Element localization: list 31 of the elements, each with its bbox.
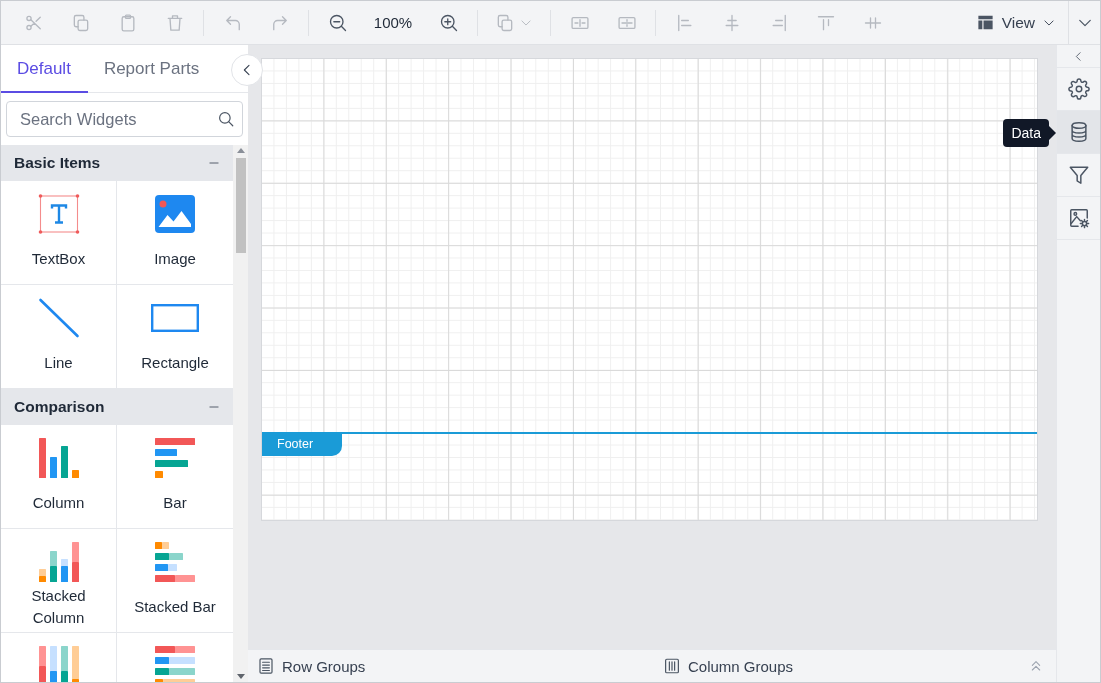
settings-icon: [1067, 78, 1090, 100]
data-button[interactable]: [1057, 110, 1100, 153]
panel-tab[interactable]: Report Parts: [87, 45, 217, 93]
view-dropdown[interactable]: View: [967, 4, 1068, 41]
search-icon[interactable]: [217, 110, 235, 128]
widget-tile[interactable]: Column: [1, 425, 117, 529]
row-groups-button[interactable]: Row Groups: [257, 657, 366, 675]
scroll-up-icon: [236, 148, 245, 153]
image-gear-icon: [1067, 207, 1090, 229]
filter-icon: [1067, 164, 1090, 186]
scrollbar[interactable]: [233, 145, 248, 682]
columns-icon: [663, 657, 681, 675]
section-header[interactable]: Basic Items: [1, 145, 233, 181]
scroll-down-icon: [236, 674, 245, 679]
zoom-in-icon: [438, 12, 459, 33]
zoom-out-icon: [327, 12, 348, 33]
copy-icon: [495, 12, 515, 33]
widget-tile[interactable]: TextBox: [1, 181, 117, 285]
list-icon: [257, 657, 275, 675]
scrollbar-thumb[interactable]: [235, 158, 246, 253]
layout-icon: [975, 13, 995, 32]
column-groups-button[interactable]: Column Groups: [663, 657, 794, 675]
image-settings-button[interactable]: [1057, 196, 1100, 240]
panel-tab[interactable]: Default: [1, 45, 88, 93]
widget-tile[interactable]: Stacked Column: [1, 529, 117, 633]
tooltip: Data: [1003, 119, 1056, 147]
widget-tile[interactable]: Image: [117, 181, 233, 285]
zoom-level[interactable]: 100%: [361, 14, 425, 31]
collapse-panel-button[interactable]: [231, 54, 263, 86]
search-field[interactable]: Search Widgets: [6, 101, 243, 137]
section-header[interactable]: Comparison: [1, 389, 233, 425]
